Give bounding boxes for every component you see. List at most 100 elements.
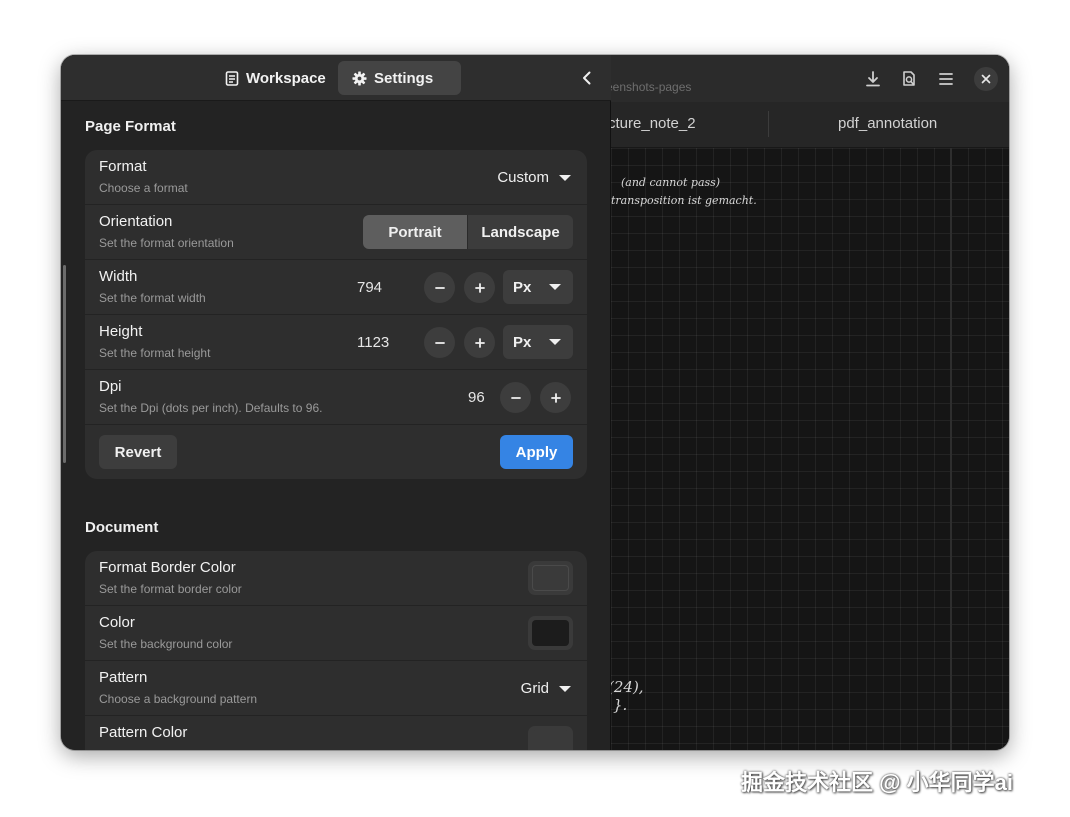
width-value[interactable]: 794: [357, 260, 382, 315]
page-format-card: Format Choose a format Custom Orientatio…: [85, 150, 587, 479]
tab-separator: [768, 111, 769, 137]
width-subtitle: Set the format width: [99, 291, 206, 305]
tab-lecture-note[interactable]: cture_note_2: [608, 115, 696, 132]
plus-icon: [550, 392, 561, 403]
dropdown-arrow-icon: [559, 685, 571, 692]
width-increase-button[interactable]: [464, 272, 495, 303]
pattern-dropdown[interactable]: Grid: [521, 661, 571, 716]
border-color-button[interactable]: [528, 561, 573, 595]
page-border: [950, 148, 952, 750]
settings-sidebar: Workspace Settings Page Format Format Ch…: [61, 55, 611, 750]
actions-row: Revert Apply: [85, 425, 587, 479]
dpi-subtitle: Set the Dpi (dots per inch). Defaults to…: [99, 401, 323, 415]
chevron-left-icon: [583, 71, 591, 85]
handwriting-line-3: (24),: [608, 678, 644, 696]
watermark: 掘金技术社区 @ 小华同学ai: [741, 770, 1014, 795]
background-color-subtitle: Set the background color: [99, 637, 233, 651]
height-increase-button[interactable]: [464, 327, 495, 358]
handwriting-line-1: (and cannot pass): [621, 176, 721, 189]
width-unit-dropdown[interactable]: Px: [503, 270, 573, 304]
height-value[interactable]: 1123: [357, 315, 389, 370]
height-title: Height: [99, 323, 143, 340]
pattern-color-swatch: [532, 730, 569, 750]
width-unit-value: Px: [513, 278, 532, 296]
tab-workspace-label: Workspace: [246, 69, 326, 87]
pattern-value: Grid: [520, 680, 549, 697]
pattern-subtitle: Choose a background pattern: [99, 692, 258, 706]
dpi-row: Dpi Set the Dpi (dots per inch). Default…: [85, 370, 587, 425]
collapse-sidebar-button[interactable]: [573, 66, 601, 90]
dropdown-arrow-icon: [559, 174, 571, 181]
landscape-button[interactable]: Landscape: [468, 215, 573, 249]
border-color-subtitle: Set the format border color: [99, 582, 242, 596]
pattern-color-row: Pattern Color: [85, 716, 587, 750]
gear-icon: [352, 70, 367, 86]
page-format-title: Page Format: [85, 118, 176, 135]
pattern-color-button[interactable]: [528, 726, 573, 750]
width-row: Width Set the format width 794 Px: [85, 260, 587, 315]
close-icon: [981, 74, 991, 84]
handwriting-line-4: }.: [613, 696, 628, 714]
format-title: Format: [99, 158, 147, 175]
dpi-value[interactable]: 96: [468, 370, 485, 425]
height-decrease-button[interactable]: [424, 327, 455, 358]
dpi-increase-button[interactable]: [540, 382, 571, 413]
tab-settings-label: Settings: [374, 69, 434, 87]
document-icon: [225, 70, 239, 86]
format-value: Custom: [497, 169, 549, 186]
tab-settings[interactable]: Settings: [338, 61, 461, 95]
menu-icon[interactable]: [934, 67, 958, 91]
height-row: Height Set the format height 1123 Px: [85, 315, 587, 370]
minus-icon: [434, 341, 445, 344]
document-headerbar: eenshots-pages: [606, 55, 1009, 102]
background-color-row: Color Set the background color: [85, 606, 587, 661]
border-color-title: Format Border Color: [99, 559, 236, 576]
minus-icon: [510, 396, 521, 399]
pattern-row: Pattern Choose a background pattern Grid: [85, 661, 587, 716]
height-unit-value: Px: [513, 333, 532, 351]
format-dropdown[interactable]: Custom: [497, 150, 571, 205]
document-tab-bar: cture_note_2 pdf_annotation: [608, 102, 1009, 148]
handwriting-line-2: transposition ist gemacht.: [611, 194, 757, 207]
dropdown-arrow-icon: [549, 339, 561, 345]
height-unit-dropdown[interactable]: Px: [503, 325, 573, 359]
document-path: eenshots-pages: [606, 80, 692, 94]
pattern-title: Pattern: [99, 669, 148, 686]
border-color-row: Format Border Color Set the format borde…: [85, 551, 587, 606]
close-button[interactable]: [974, 67, 998, 91]
sidebar-scrollbar[interactable]: [63, 265, 66, 463]
dpi-title: Dpi: [99, 378, 122, 395]
portrait-button[interactable]: Portrait: [363, 215, 468, 249]
document-canvas[interactable]: (and cannot pass) transposition ist gema…: [608, 148, 1009, 750]
height-subtitle: Set the format height: [99, 346, 211, 360]
format-subtitle: Choose a format: [99, 181, 188, 195]
border-color-swatch: [532, 565, 569, 591]
dropdown-arrow-icon: [549, 284, 561, 290]
tab-workspace[interactable]: Workspace: [211, 61, 340, 95]
revert-button[interactable]: Revert: [99, 435, 177, 469]
app-window: eenshots-pages cture_note_2 pdf_annotati…: [61, 55, 1009, 750]
document-area: eenshots-pages cture_note_2 pdf_annotati…: [606, 55, 1009, 750]
width-title: Width: [99, 268, 138, 285]
background-color-title: Color: [99, 614, 135, 631]
format-row: Format Choose a format Custom: [85, 150, 587, 205]
apply-button[interactable]: Apply: [500, 435, 573, 469]
width-decrease-button[interactable]: [424, 272, 455, 303]
sidebar-header: Workspace Settings: [61, 55, 611, 101]
background-color-swatch: [532, 620, 569, 646]
minus-icon: [434, 286, 445, 289]
orientation-subtitle: Set the format orientation: [99, 236, 234, 250]
orientation-row: Orientation Set the format orientation P…: [85, 205, 587, 260]
tab-pdf-annotation[interactable]: pdf_annotation: [838, 115, 937, 132]
document-section-title: Document: [85, 519, 159, 536]
pattern-color-title: Pattern Color: [99, 724, 188, 741]
plus-icon: [474, 282, 485, 293]
download-icon[interactable]: [861, 67, 885, 91]
document-search-icon[interactable]: [897, 67, 921, 91]
dpi-decrease-button[interactable]: [500, 382, 531, 413]
orientation-title: Orientation: [99, 213, 173, 230]
document-settings-card: Format Border Color Set the format borde…: [85, 551, 587, 750]
plus-icon: [474, 337, 485, 348]
background-color-button[interactable]: [528, 616, 573, 650]
orientation-toggle: Portrait Landscape: [363, 215, 573, 249]
